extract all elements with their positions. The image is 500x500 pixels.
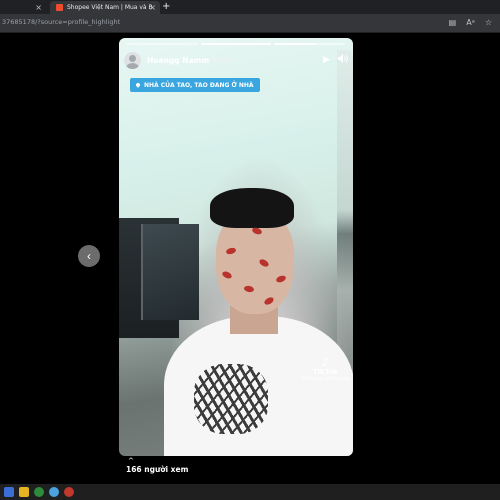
new-tab-button[interactable]: + [162,1,170,13]
story-username[interactable]: Hoangg Namm [147,56,209,65]
story-viewer[interactable]: Hoangg Namm 2 tuần ▶ NHÀ CỦA TAO, TAO ĐA… [119,38,353,456]
location-pin-icon [135,82,141,88]
text-size-icon[interactable]: Aᵃ [466,17,475,28]
progress-segment [274,43,346,45]
browser-tab-shopee[interactable]: Shopee Việt Nam | Mua và Bán Trên Ứng Dụ… [50,1,160,14]
story-progress [127,43,346,45]
favorites-icon[interactable]: ☆ [485,17,492,28]
close-tab-icon[interactable]: × [35,3,42,12]
previous-story-button[interactable]: ‹ [78,245,100,267]
shopee-favicon-icon [56,4,63,11]
browser-icon[interactable] [49,487,59,497]
reader-icon[interactable]: ▤ [449,17,457,28]
avatar[interactable] [124,51,141,69]
store-icon[interactable] [64,487,74,497]
start-icon[interactable] [4,487,14,497]
story-time: 2 tuần [213,56,235,64]
browser-tab-previous[interactable]: × [0,1,46,14]
play-icon[interactable]: ▶ [323,55,330,65]
volume-icon[interactable] [338,54,348,66]
location-sticker[interactable]: NHÀ CỦA TAO, TAO ĐANG Ở NHÀ [130,78,260,92]
app-icon[interactable] [34,487,44,497]
browser-tab-strip: × Shopee Việt Nam | Mua và Bán Trên Ứng … [0,0,500,15]
viewer-count: 166 người xem [126,465,189,474]
explorer-icon[interactable] [19,487,29,497]
tiktok-logo-icon: ♪ [321,355,330,369]
close-tab-icon[interactable]: × [149,3,156,12]
tab-title: Shopee Việt Nam | Mua và Bán Trên Ứng Dụ… [67,4,153,11]
location-text: NHÀ CỦA TAO, TAO ĐANG Ở NHÀ [144,81,254,89]
progress-segment [127,43,198,45]
taskbar [0,484,500,500]
viewers-info[interactable]: ^ 166 người xem [126,457,189,475]
progress-segment [200,43,272,45]
tiktok-watermark: ♪ TikTok @hoangnamhoang [301,355,349,382]
story-header: Hoangg Namm 2 tuần ▶ [124,51,348,69]
story-photo-person [164,188,353,456]
chevron-up-icon: ^ [128,457,134,465]
url-field[interactable]: 37685178/?source=profile_highlight [2,18,120,26]
address-bar: 37685178/?source=profile_highlight ▤ Aᵃ … [0,14,500,33]
